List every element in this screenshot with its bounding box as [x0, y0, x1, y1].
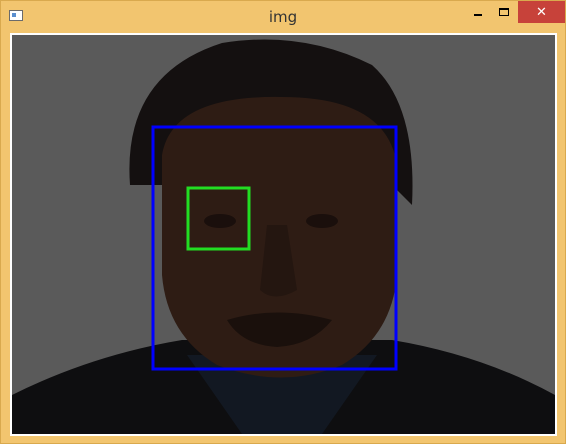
left-eye	[204, 214, 236, 228]
maximize-button[interactable]	[492, 1, 516, 23]
face-photo	[12, 35, 555, 434]
close-icon: ✕	[536, 4, 547, 20]
displayed-image	[12, 35, 555, 434]
close-button[interactable]: ✕	[518, 1, 565, 23]
right-eye	[306, 214, 338, 228]
image-viewport	[10, 33, 557, 436]
maximize-icon	[499, 8, 509, 16]
title-bar[interactable]: img ✕	[1, 1, 565, 32]
minimize-button[interactable]	[466, 1, 490, 23]
application-window: img ✕	[0, 0, 566, 444]
minimize-icon	[474, 14, 482, 16]
